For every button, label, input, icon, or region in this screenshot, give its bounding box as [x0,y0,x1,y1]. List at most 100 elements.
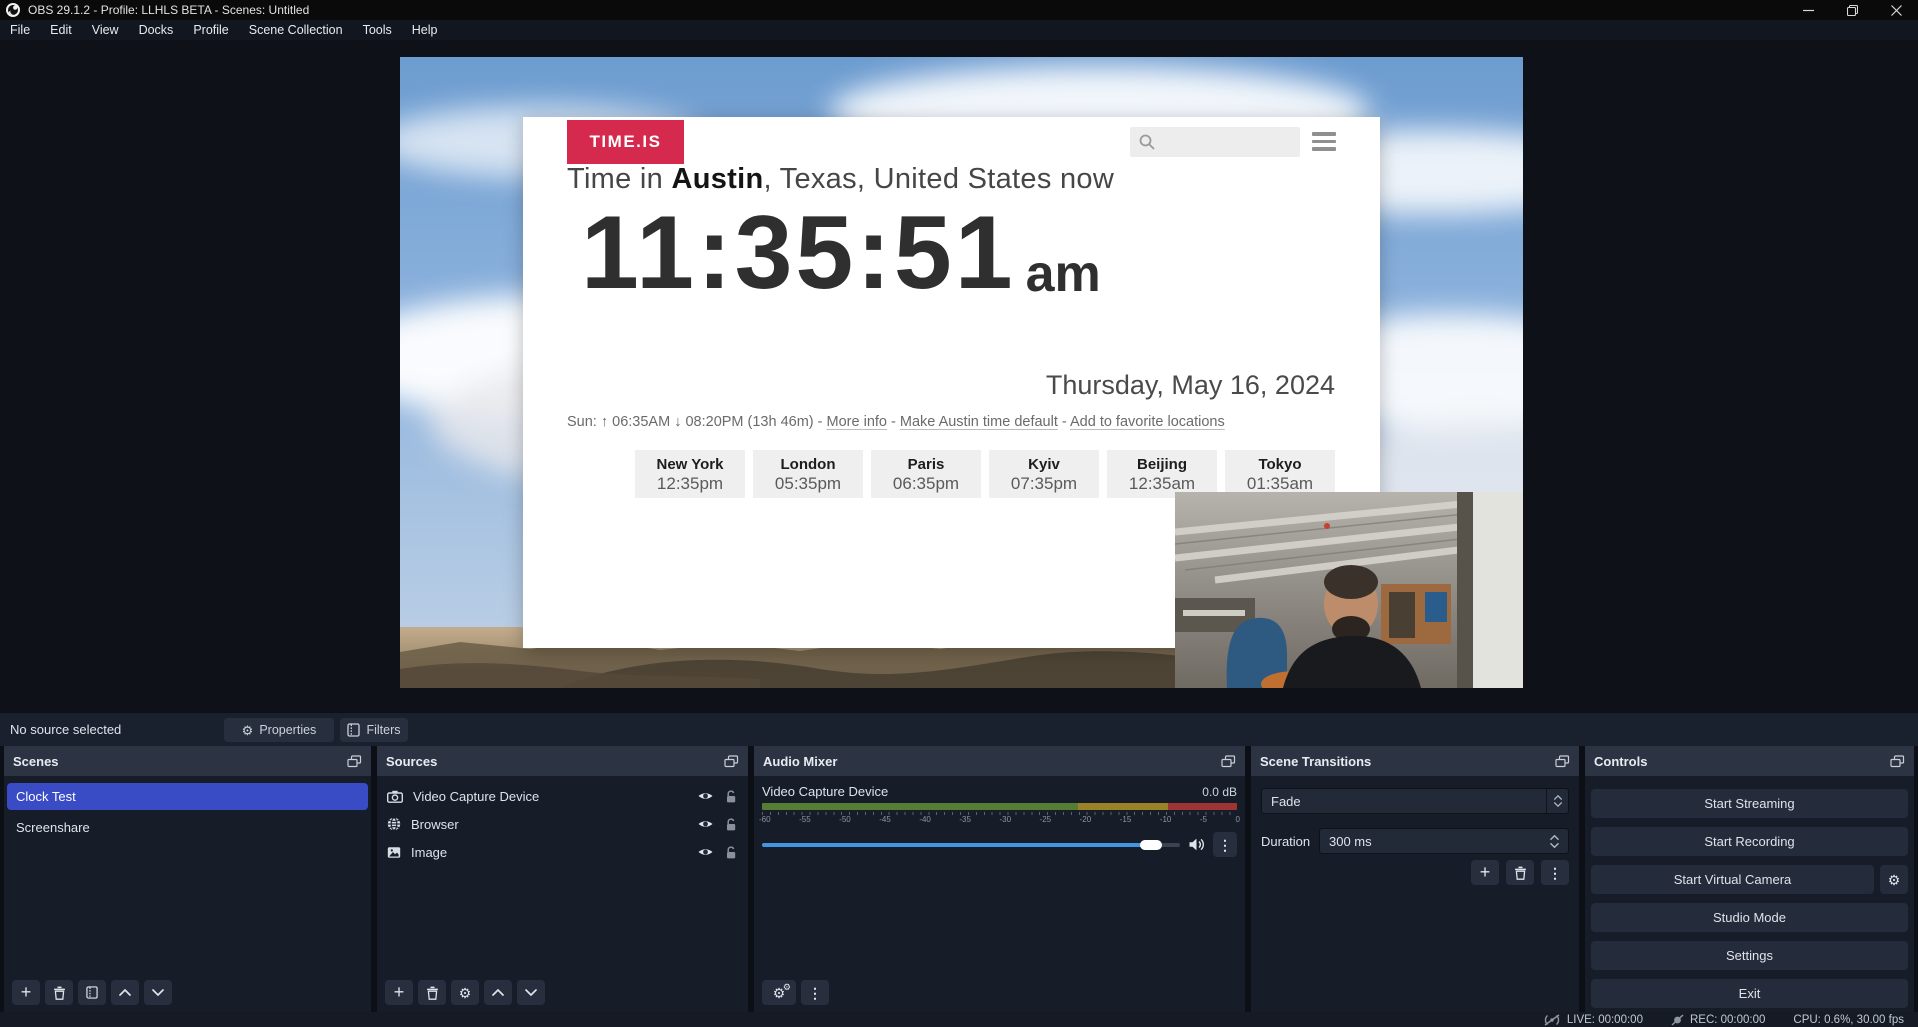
source-item-image[interactable]: Image [377,838,748,866]
mixer-menu-button[interactable]: ⋮ [801,980,829,1005]
mixer-level-value: 0.0 dB [1202,785,1237,799]
source-item-video-capture[interactable]: Video Capture Device [377,782,748,810]
chevron-down-icon [152,989,164,996]
city-card: London05:35pm [753,450,863,498]
controls-title: Controls [1594,754,1890,769]
move-source-up-button[interactable] [484,980,512,1005]
popout-icon[interactable] [724,755,739,768]
duration-spinner[interactable]: 300 ms [1319,828,1569,854]
sources-panel: Sources Video Capture Device Browser Ima… [377,746,748,1012]
chevron-down-icon [525,989,537,996]
menu-help[interactable]: Help [402,20,448,40]
preview-canvas[interactable]: TIME.IS Time in Austin, Texas, United St… [400,57,1523,688]
start-virtual-camera-button[interactable]: Start Virtual Camera [1591,865,1874,894]
timeis-search-box [1130,127,1300,157]
dock-area: Scenes Clock Test Screenshare + Sources … [0,746,1918,1012]
city-card: Beijing12:35am [1107,450,1217,498]
remove-scene-button[interactable] [45,980,73,1005]
move-source-down-button[interactable] [517,980,545,1005]
image-icon [387,846,401,859]
kebab-icon: ⋮ [1548,866,1562,880]
city-card: New York12:35pm [635,450,745,498]
properties-button[interactable]: ⚙ Properties [224,718,334,742]
record-off-icon [1671,1014,1684,1026]
lock-icon[interactable] [724,845,738,860]
move-scene-down-button[interactable] [144,980,172,1005]
timeis-logo: TIME.IS [567,120,684,164]
add-transition-button[interactable]: + [1471,860,1499,885]
virtual-camera-settings-button[interactable]: ⚙ [1880,865,1908,894]
mixer-channel-name: Video Capture Device [762,784,888,799]
menu-scene-collection[interactable]: Scene Collection [239,20,353,40]
menu-tools[interactable]: Tools [353,20,402,40]
menu-view[interactable]: View [82,20,129,40]
volume-slider-handle[interactable] [1140,840,1162,850]
chevron-up-icon [492,989,504,996]
scene-filters-button[interactable] [78,980,106,1005]
start-streaming-button[interactable]: Start Streaming [1591,789,1908,818]
restore-button[interactable] [1830,0,1874,20]
minimize-button[interactable] [1786,0,1830,20]
timeis-clock: 11:35:51 am [581,201,1101,305]
popout-icon[interactable] [1221,755,1236,768]
move-scene-up-button[interactable] [111,980,139,1005]
cpu-fps-status: CPU: 0.6%, 30.00 fps [1793,1014,1904,1026]
add-favorite-link: Add to favorite locations [1070,414,1225,430]
scene-item-clock-test[interactable]: Clock Test [7,783,368,810]
scene-item-screenshare[interactable]: Screenshare [7,814,368,841]
menu-edit[interactable]: Edit [40,20,82,40]
source-properties-button[interactable]: ⚙ [451,980,479,1005]
trash-icon [1514,866,1527,880]
studio-mode-button[interactable]: Studio Mode [1591,903,1908,932]
popout-icon[interactable] [347,755,362,768]
broadcast-off-icon [1543,1014,1561,1026]
volume-slider[interactable] [762,843,1180,847]
close-icon[interactable] [1874,0,1918,20]
add-source-button[interactable]: + [385,980,413,1005]
obs-logo-icon [6,3,20,17]
eye-icon[interactable] [697,818,714,830]
clock-time: 11:35:51 [581,201,1016,305]
titlebar: OBS 29.1.2 - Profile: LLHLS BETA - Scene… [0,0,1918,20]
kebab-icon: ⋮ [808,986,822,1000]
sources-title: Sources [386,754,724,769]
eye-icon[interactable] [697,790,714,802]
remove-transition-button[interactable] [1506,860,1534,885]
duration-label: Duration [1261,834,1319,849]
timeis-date: Thursday, May 16, 2024 [1046,370,1335,401]
advanced-audio-button[interactable]: ⚙⚙ [762,980,796,1005]
statusbar: LIVE: 00:00:00 REC: 00:00:00 CPU: 0.6%, … [0,1012,1918,1027]
live-status: LIVE: 00:00:00 [1543,1014,1643,1026]
scenes-panel: Scenes Clock Test Screenshare + [4,746,371,1012]
transition-menu-button[interactable]: ⋮ [1541,860,1569,885]
eye-icon[interactable] [697,846,714,858]
speaker-icon[interactable] [1188,837,1205,852]
start-recording-button[interactable]: Start Recording [1591,827,1908,856]
menu-profile[interactable]: Profile [183,20,238,40]
city-card: Paris06:35pm [871,450,981,498]
mixer-channel-menu-button[interactable]: ⋮ [1213,832,1237,857]
webcam-overlay [1175,492,1523,688]
spin-down-icon[interactable] [1550,843,1559,848]
exit-button[interactable]: Exit [1591,979,1908,1008]
menu-docks[interactable]: Docks [129,20,184,40]
transition-select[interactable]: Fade [1261,788,1569,814]
globe-icon [387,817,401,831]
popout-icon[interactable] [1890,755,1905,768]
source-item-browser[interactable]: Browser [377,810,748,838]
gear-icon: ⚙ [1888,873,1901,887]
spin-up-icon[interactable] [1550,835,1559,840]
combo-arrows-icon [1546,789,1568,813]
controls-panel: Controls Start Streaming Start Recording… [1585,746,1914,1012]
settings-button[interactable]: Settings [1591,941,1908,970]
lock-icon[interactable] [724,817,738,832]
trash-icon [426,986,439,1000]
add-scene-button[interactable]: + [12,980,40,1005]
popout-icon[interactable] [1555,755,1570,768]
remove-source-button[interactable] [418,980,446,1005]
trash-icon [53,986,66,1000]
filters-button[interactable]: Filters [340,718,408,742]
more-info-link: More info [827,414,887,430]
menu-file[interactable]: File [0,20,40,40]
lock-icon[interactable] [724,789,738,804]
